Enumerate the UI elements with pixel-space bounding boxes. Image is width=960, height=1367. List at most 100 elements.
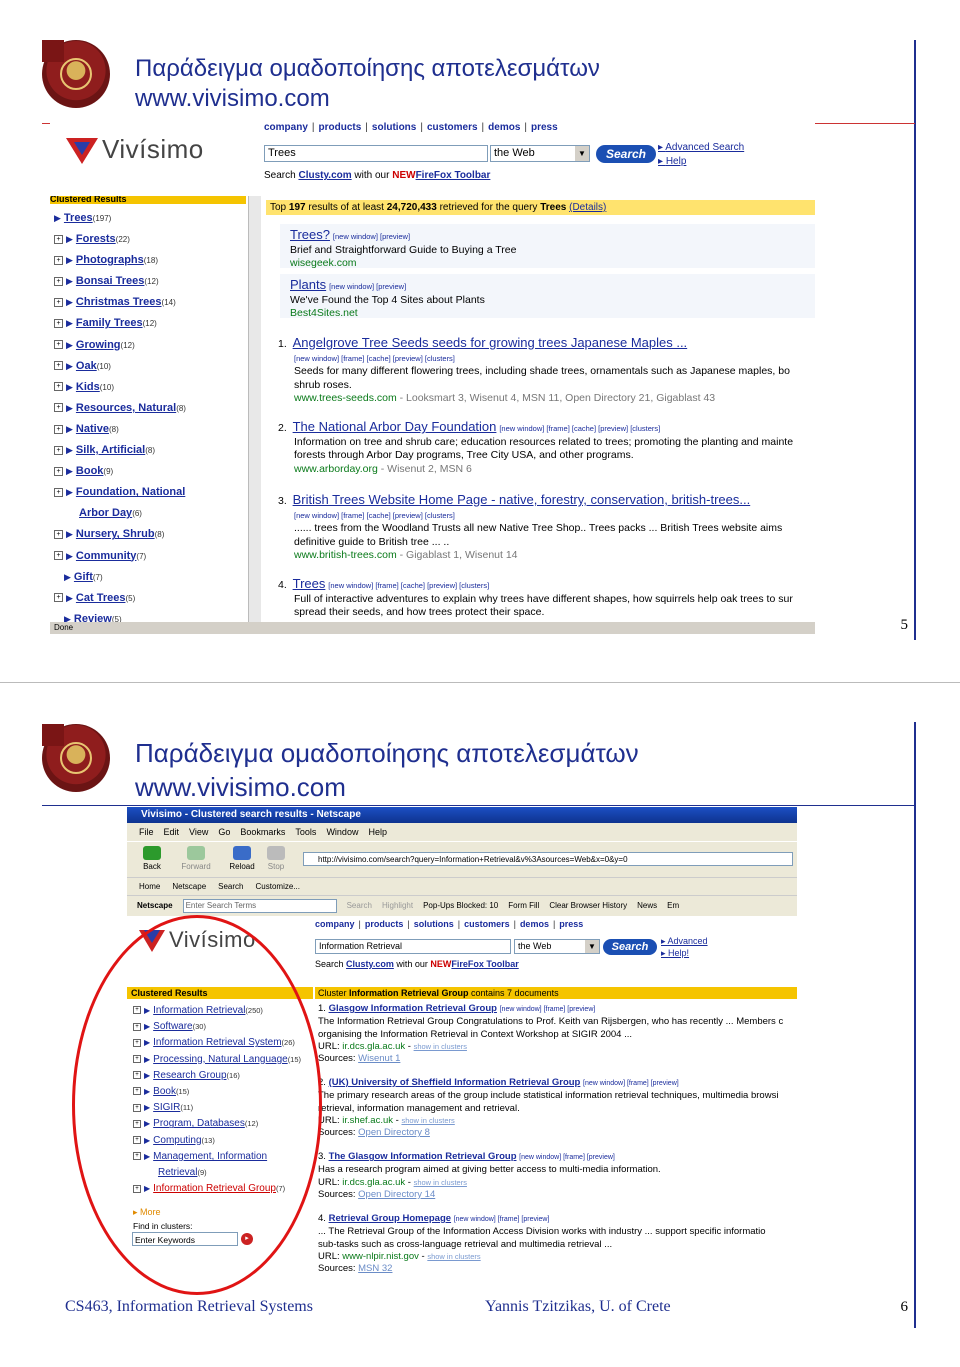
cluster-label[interactable]: Trees xyxy=(64,212,93,224)
expand-plus-icon[interactable]: + xyxy=(54,382,63,392)
result-url[interactable]: ir.dcs.gla.ac.uk xyxy=(342,1041,405,1052)
help-link[interactable]: Help xyxy=(658,155,744,169)
cluster-item[interactable]: + ▶ Cat Trees(5) xyxy=(54,588,186,609)
nav-company[interactable]: company xyxy=(315,919,355,929)
scope-select[interactable]: the Web ▼ xyxy=(514,939,600,954)
results-details-link[interactable]: (Details) xyxy=(569,202,606,213)
menu-view[interactable]: View xyxy=(189,827,208,837)
result-sources[interactable]: Open Directory 14 xyxy=(358,1189,435,1200)
menu-edit[interactable]: Edit xyxy=(164,827,180,837)
expand-plus-icon[interactable]: + xyxy=(54,466,63,476)
nav-demos[interactable]: demos xyxy=(488,122,520,133)
show-in-clusters-link[interactable]: show in clusters xyxy=(427,1252,480,1261)
expand-plus-icon[interactable]: + xyxy=(54,255,63,265)
cluster-label[interactable]: Forests xyxy=(76,233,116,245)
cluster-label[interactable]: Silk, Artificial xyxy=(76,444,145,456)
show-in-clusters-link[interactable]: show in clusters xyxy=(401,1116,454,1125)
netscape-logo-label[interactable]: Netscape xyxy=(137,901,173,910)
result-title[interactable]: The National Arbor Day Foundation xyxy=(293,419,497,434)
result-links[interactable]: [new window] [frame] [preview] xyxy=(500,1006,596,1013)
cluster-item[interactable]: ▶ Trees(197) xyxy=(54,208,186,229)
nav-demos[interactable]: demos xyxy=(520,919,549,929)
cluster-item[interactable]: + ▶ Christmas Trees(14) xyxy=(54,292,186,313)
sponsored-result-links[interactable]: [new window] [preview] xyxy=(333,232,410,241)
firefox-toolbar-link[interactable]: FireFox Toolbar xyxy=(451,959,518,969)
forward-button[interactable]: Forward xyxy=(179,846,213,871)
scope-select[interactable]: the Web ▼ xyxy=(490,145,590,162)
cluster-item[interactable]: + ▶ Silk, Artificial(8) xyxy=(54,440,186,461)
sponsored-result-url[interactable]: Best4Sites.net xyxy=(290,307,485,321)
cluster-item[interactable]: + ▶ Book(9) xyxy=(54,461,186,482)
vivisimo-logo[interactable]: Vivísimo xyxy=(66,134,204,165)
result-url[interactable]: www.trees-seeds.com xyxy=(294,392,397,404)
advanced-link[interactable]: Advanced xyxy=(661,935,708,947)
cluster-label[interactable]: Bonsai Trees xyxy=(76,275,144,287)
cluster-label[interactable]: Photographs xyxy=(76,254,144,266)
show-in-clusters-link[interactable]: show in clusters xyxy=(414,1178,467,1187)
expand-plus-icon[interactable]: + xyxy=(54,276,63,286)
show-in-clusters-link[interactable]: show in clusters xyxy=(414,1042,467,1051)
cluster-item[interactable]: ▶ Gift(7) xyxy=(54,567,186,588)
result-url[interactable]: www.british-trees.com xyxy=(294,549,397,561)
cluster-label[interactable]: Foundation, National xyxy=(76,486,185,498)
cluster-item[interactable]: + ▶ Foundation, National xyxy=(54,482,186,503)
cluster-label[interactable]: Christmas Trees xyxy=(76,296,162,308)
result-links[interactable]: [new window] [frame] [preview] xyxy=(454,1216,550,1223)
search-button[interactable]: Search xyxy=(596,145,656,163)
result-title[interactable]: The Glasgow Information Retrieval Group xyxy=(329,1151,517,1162)
cluster-item[interactable]: + ▶ Family Trees(12) xyxy=(54,313,186,334)
expand-plus-icon[interactable]: + xyxy=(54,551,63,561)
news-button[interactable]: News xyxy=(637,901,657,910)
search-input[interactable]: Information Retrieval xyxy=(315,939,511,954)
cluster-label[interactable]: Book xyxy=(76,465,104,477)
email-button[interactable]: Em xyxy=(667,901,679,910)
result-sources[interactable]: Wisenut 1 xyxy=(358,1053,400,1064)
highlight-button[interactable]: Highlight xyxy=(382,901,413,910)
cluster-item[interactable]: + ▶ Photographs(18) xyxy=(54,250,186,271)
ns-search-button[interactable]: Search xyxy=(347,901,372,910)
nav-company[interactable]: company xyxy=(264,122,308,133)
nav-solutions[interactable]: solutions xyxy=(414,919,454,929)
result-title[interactable]: Glasgow Information Retrieval Group xyxy=(329,1003,497,1014)
result-title[interactable]: Trees xyxy=(293,576,326,591)
clusty-link[interactable]: Clusty.com xyxy=(298,170,351,181)
cluster-item[interactable]: Arbor Day(6) xyxy=(54,503,186,524)
sponsored-result-url[interactable]: wisegeek.com xyxy=(290,257,516,271)
expand-plus-icon[interactable]: + xyxy=(54,297,63,307)
nav-products[interactable]: products xyxy=(365,919,404,929)
result-title[interactable]: (UK) University of Sheffield Information… xyxy=(329,1077,581,1088)
advanced-search-link[interactable]: Advanced Search xyxy=(658,141,744,155)
cluster-label[interactable]: Cat Trees xyxy=(76,592,126,604)
clear-history-button[interactable]: Clear Browser History xyxy=(549,901,627,910)
result-title[interactable]: Retrieval Group Homepage xyxy=(329,1213,451,1224)
result-url[interactable]: www-nlpir.nist.gov xyxy=(342,1251,419,1262)
nav-press[interactable]: press xyxy=(559,919,583,929)
enter-search-terms-input[interactable]: Enter Search Terms xyxy=(182,898,337,913)
search-toolbar-button[interactable]: Search xyxy=(218,882,243,891)
result-title[interactable]: Angelgrove Tree Seeds seeds for growing … xyxy=(293,335,688,350)
menu-tools[interactable]: Tools xyxy=(295,827,316,837)
expand-plus-icon[interactable]: + xyxy=(54,445,63,455)
result-sources[interactable]: Open Directory 8 xyxy=(358,1127,430,1138)
cluster-label[interactable]: Growing xyxy=(76,339,121,351)
menu-file[interactable]: File xyxy=(139,827,154,837)
result-sources[interactable]: MSN 32 xyxy=(358,1263,392,1274)
result-links[interactable]: [new window] [frame] [cache] [preview] [… xyxy=(499,424,660,433)
back-button[interactable]: Back xyxy=(135,846,169,871)
search-button[interactable]: Search xyxy=(603,939,657,955)
cluster-item[interactable]: + ▶ Growing(12) xyxy=(54,335,186,356)
cluster-label[interactable]: Community xyxy=(76,550,137,562)
cluster-item[interactable]: + ▶ Resources, Natural(8) xyxy=(54,398,186,419)
firefox-toolbar-link[interactable]: FireFox Toolbar xyxy=(416,170,491,181)
result-links[interactable]: [new window] [frame] [preview] xyxy=(519,1154,615,1161)
nav-solutions[interactable]: solutions xyxy=(372,122,416,133)
cluster-item[interactable]: + ▶ Kids(10) xyxy=(54,377,186,398)
sponsored-result-links[interactable]: [new window] [preview] xyxy=(329,282,406,291)
nav-products[interactable]: products xyxy=(319,122,362,133)
result-url[interactable]: www.arborday.org xyxy=(294,463,378,475)
menu-window[interactable]: Window xyxy=(326,827,358,837)
expand-plus-icon[interactable]: + xyxy=(54,340,63,350)
menu-bookmarks[interactable]: Bookmarks xyxy=(240,827,285,837)
sponsored-result-title[interactable]: Plants xyxy=(290,277,326,292)
netscape-button[interactable]: Netscape xyxy=(172,882,206,891)
